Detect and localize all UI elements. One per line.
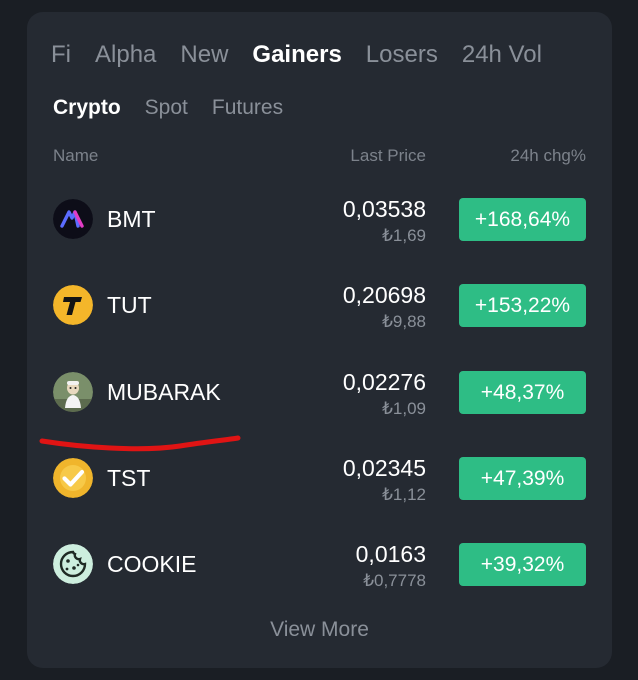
fiat-price: ₺9,88 xyxy=(382,312,426,331)
column-header-price[interactable]: Last Price xyxy=(350,146,426,166)
coin-symbol: BMT xyxy=(107,206,156,232)
tab-fi[interactable]: Fi xyxy=(51,40,71,70)
fiat-price: ₺1,69 xyxy=(382,226,426,245)
tab-losers[interactable]: Losers xyxy=(366,40,438,70)
view-more-link[interactable]: View More xyxy=(27,618,612,642)
market-card: Fi Alpha New Gainers Losers 24h Vol Crypto Spo… xyxy=(27,12,612,668)
table-row[interactable]: TUT 0,20698 ₺9,88 +153,22% xyxy=(27,270,612,340)
last-price: 0,20698 xyxy=(342,282,426,308)
table-row[interactable]: TST 0,02345 ₺1,12 +47,39% xyxy=(27,443,612,513)
cookie-logo-icon xyxy=(53,544,93,584)
change-badge[interactable]: +153,22% xyxy=(459,284,586,327)
tab-gainers[interactable]: Gainers xyxy=(252,40,341,70)
table-header: Name Last Price 24h chg% xyxy=(27,146,612,168)
fiat-price: ₺0,7778 xyxy=(363,571,426,590)
bmt-logo-icon xyxy=(53,199,93,239)
change-badge[interactable]: +168,64% xyxy=(459,198,586,241)
table-row[interactable]: BMT 0,03538 ₺1,69 +168,64% xyxy=(27,184,612,254)
column-header-name[interactable]: Name xyxy=(53,146,98,166)
category-tabs: Fi Alpha New Gainers Losers 24h Vol xyxy=(51,40,587,70)
change-badge[interactable]: +48,37% xyxy=(459,371,586,414)
tab-alpha[interactable]: Alpha xyxy=(95,40,156,70)
table-row[interactable]: COOKIE 0,0163 ₺0,7778 +39,32% xyxy=(27,529,612,599)
last-price: 0,0163 xyxy=(355,541,426,567)
coin-symbol: TST xyxy=(107,465,151,491)
mubarak-logo-icon xyxy=(53,372,93,412)
tab-new[interactable]: New xyxy=(180,40,228,70)
tabs-fade-overlay xyxy=(541,40,587,70)
column-header-change[interactable]: 24h chg% xyxy=(510,146,586,166)
fiat-price: ₺1,12 xyxy=(382,485,426,504)
subtab-futures[interactable]: Futures xyxy=(212,95,283,121)
subtab-spot[interactable]: Spot xyxy=(145,95,188,121)
fiat-price: ₺1,09 xyxy=(382,399,426,418)
coin-symbol: COOKIE xyxy=(107,551,197,577)
last-price: 0,03538 xyxy=(342,196,426,222)
tst-logo-icon xyxy=(53,458,93,498)
tab-24h-vol[interactable]: 24h Vol xyxy=(462,40,542,70)
subtab-crypto[interactable]: Crypto xyxy=(53,95,121,121)
last-price: 0,02276 xyxy=(342,369,426,395)
coin-symbol: MUBARAK xyxy=(107,379,221,405)
change-badge[interactable]: +39,32% xyxy=(459,543,586,586)
coin-symbol: TUT xyxy=(107,292,152,318)
change-badge[interactable]: +47,39% xyxy=(459,457,586,500)
tut-logo-icon xyxy=(53,285,93,325)
last-price: 0,02345 xyxy=(342,455,426,481)
market-type-tabs: Crypto Spot Futures xyxy=(53,95,307,121)
table-row[interactable]: MUBARAK 0,02276 ₺1,09 +48,37% xyxy=(27,357,612,427)
